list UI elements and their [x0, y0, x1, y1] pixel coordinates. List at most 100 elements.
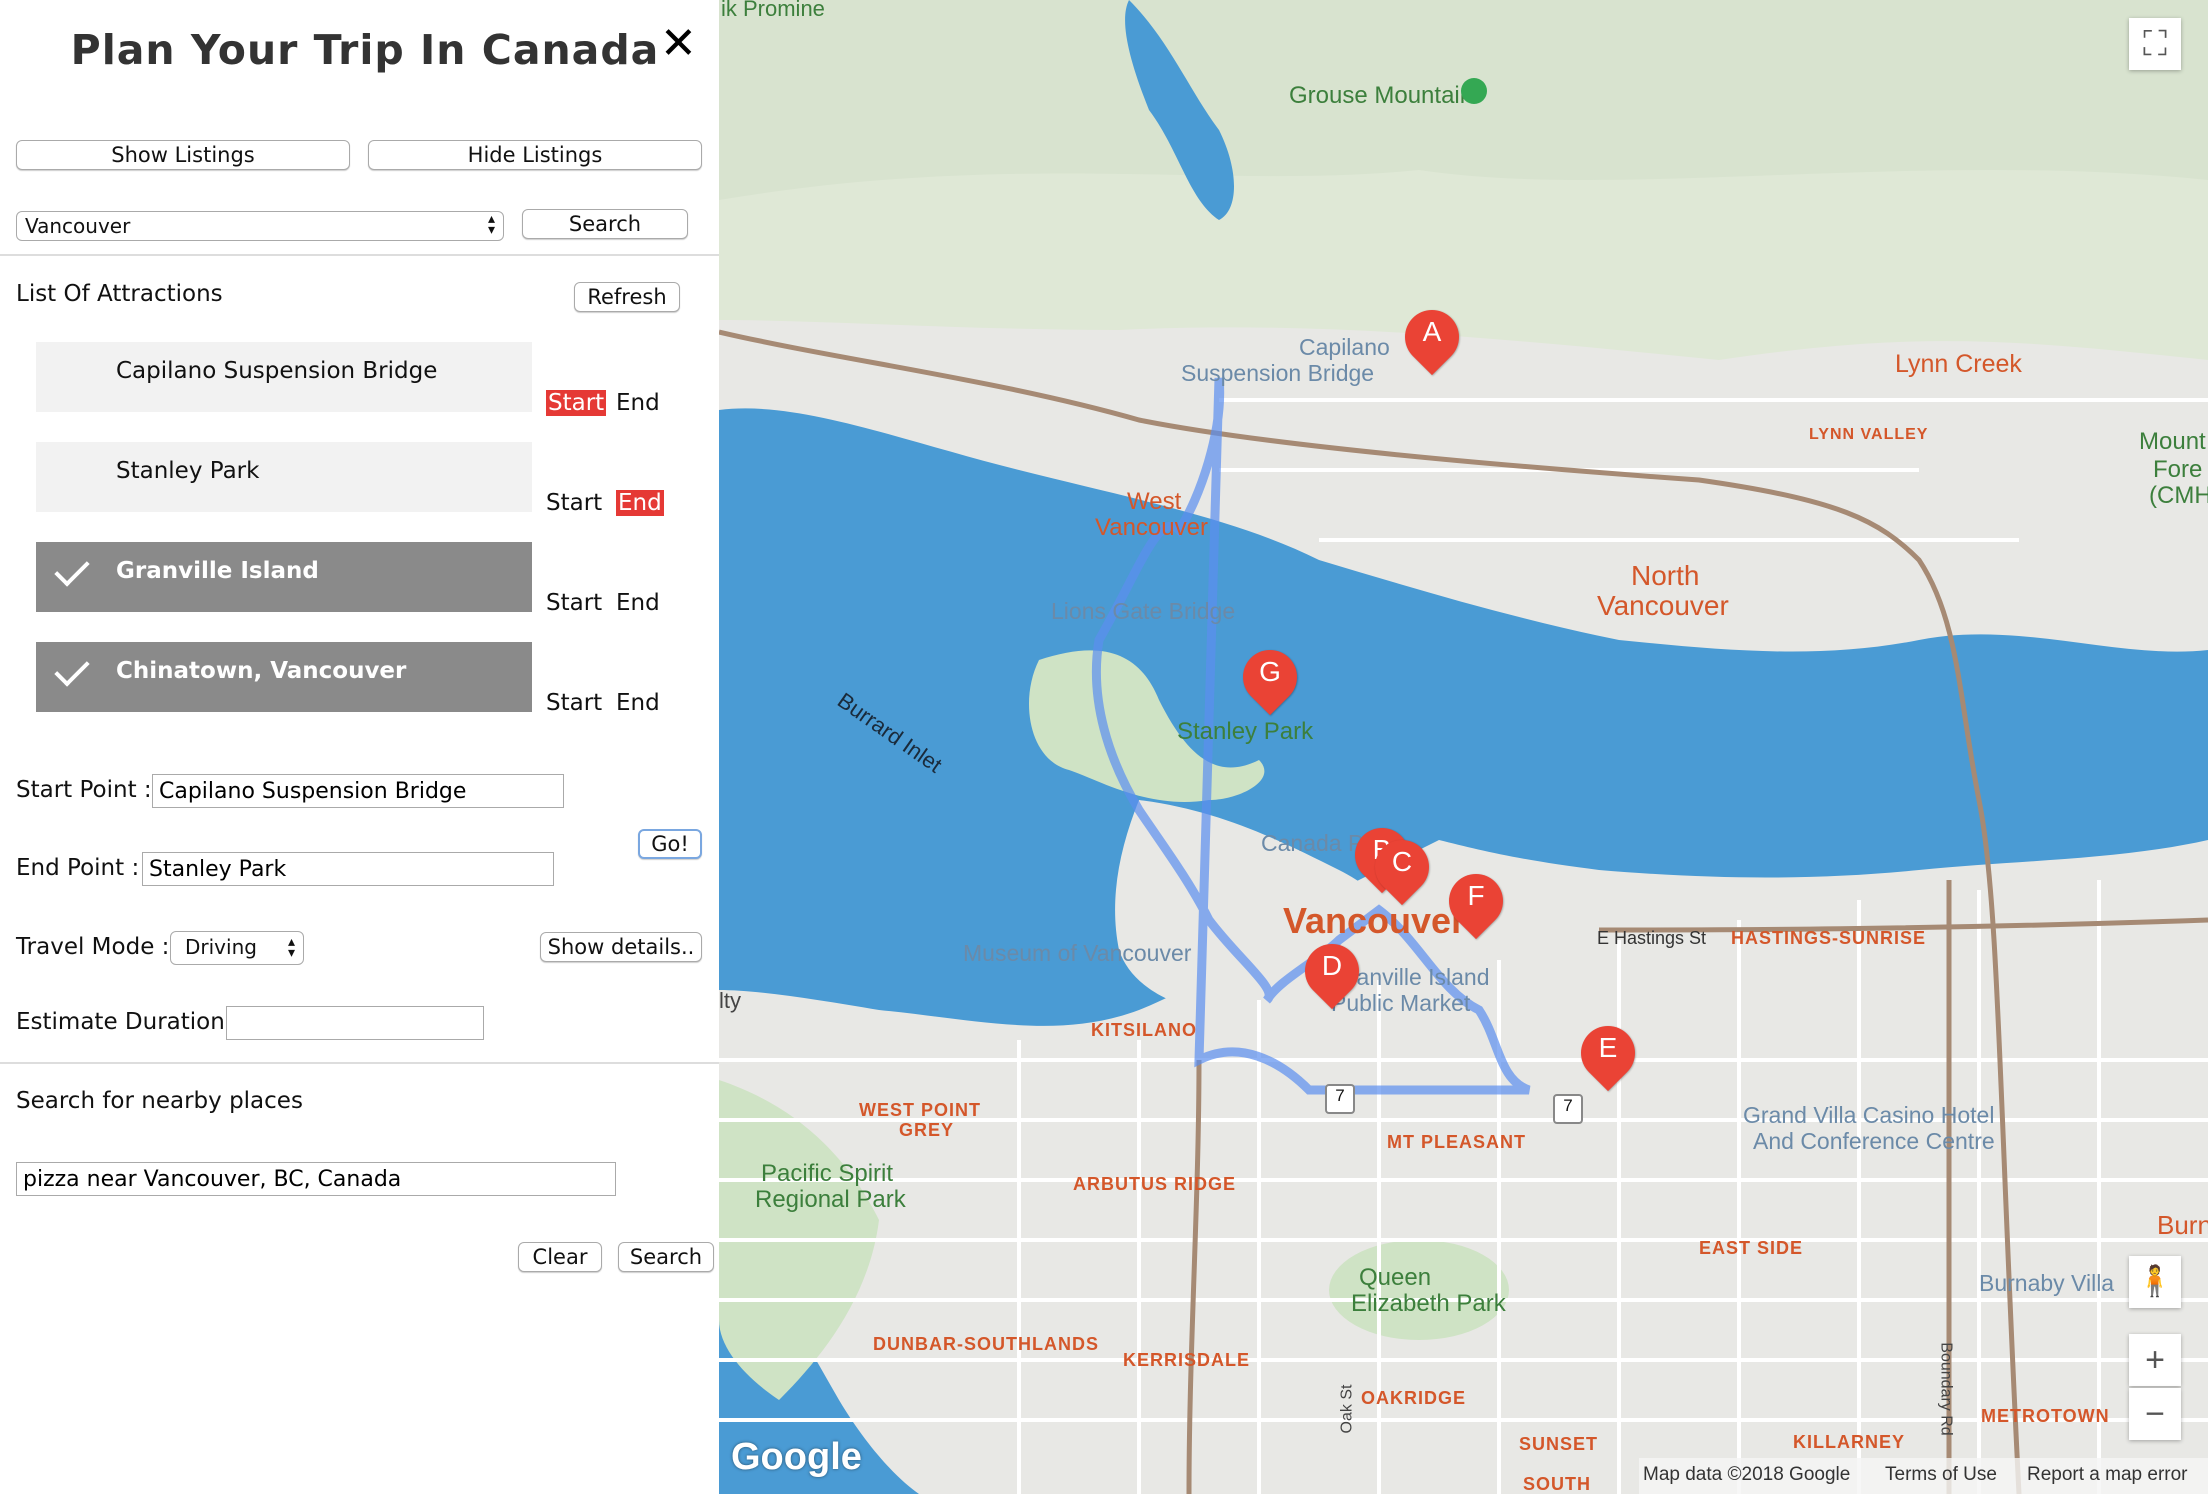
close-icon[interactable]: ✕	[660, 18, 697, 69]
start-toggle[interactable]: Start	[546, 590, 602, 616]
attraction-card-chinatown[interactable]: Chinatown, Vancouver	[36, 642, 532, 712]
nearby-search-button[interactable]: Search	[618, 1242, 714, 1272]
divider	[0, 254, 719, 256]
map-label: (CMH	[2149, 482, 2208, 509]
map-label: lty	[719, 988, 741, 1013]
report-error-link[interactable]: Report a map error	[2027, 1464, 2188, 1486]
map-label: Public Market	[1331, 990, 1471, 1016]
map-label: EAST SIDE	[1699, 1238, 1804, 1258]
map-label: West	[1127, 488, 1182, 515]
attraction-name: Stanley Park	[116, 458, 260, 484]
map-label: Museum of Vancouver	[963, 940, 1192, 966]
estimate-duration-field[interactable]	[226, 1006, 484, 1040]
start-toggle[interactable]: Start	[546, 390, 607, 416]
map-label: Fore	[2153, 456, 2203, 483]
zoom-out-button[interactable]: −	[2129, 1388, 2181, 1440]
map-label: Grand Villa Casino Hotel	[1743, 1102, 1995, 1128]
show-details-button[interactable]: Show details..	[540, 932, 702, 962]
end-toggle[interactable]: End	[616, 490, 664, 516]
map-label: KERRISDALE	[1123, 1350, 1251, 1370]
end-toggle[interactable]: End	[616, 390, 660, 416]
attraction-name: Capilano Suspension Bridge	[116, 358, 438, 384]
park-pin-icon	[1461, 78, 1487, 104]
map-label: E Hastings St	[1597, 928, 1707, 948]
marker-label: F	[1467, 880, 1485, 911]
city-search-button[interactable]: Search	[522, 209, 688, 239]
map-label: Oak St	[1338, 1384, 1356, 1434]
map-label: Lynn Creek	[1895, 350, 2022, 378]
checkmark-icon	[54, 551, 90, 587]
google-logo: Google	[731, 1436, 862, 1478]
divider	[0, 1062, 719, 1064]
select-arrows-icon: ▴ ▾	[487, 211, 495, 238]
travel-mode-select[interactable]: Driving ▴ ▾	[170, 931, 304, 965]
nearby-heading: Search for nearby places	[16, 1088, 303, 1114]
map-label: LYNN VALLEY	[1809, 426, 1929, 443]
map-label: Vancouver	[1283, 900, 1466, 941]
attraction-name: Chinatown, Vancouver	[116, 658, 407, 684]
hide-listings-button[interactable]: Hide Listings	[368, 140, 702, 170]
map-label: DUNBAR-SOUTHLANDS	[873, 1334, 1099, 1354]
map-label: SUNSET	[1519, 1434, 1599, 1454]
trip-planner-sidebar: Plan Your Trip In Canada ✕ Show Listings…	[0, 0, 719, 1494]
map-label: HASTINGS-SUNRISE	[1731, 928, 1927, 948]
map-label: ARBUTUS RIDGE	[1073, 1174, 1237, 1194]
route-shield: 7	[1553, 1094, 1583, 1124]
route-shield: 7	[1325, 1084, 1355, 1114]
refresh-button[interactable]: Refresh	[574, 282, 680, 312]
marker-label: A	[1422, 316, 1442, 347]
end-toggle[interactable]: End	[616, 590, 660, 616]
attraction-card-stanley-park[interactable]: Stanley Park	[36, 442, 532, 512]
attraction-card-capilano[interactable]: Capilano Suspension Bridge	[36, 342, 532, 412]
city-select-value: Vancouver	[25, 214, 131, 238]
map-label: KITSILANO	[1091, 1020, 1197, 1040]
map-label: Queen	[1359, 1264, 1432, 1291]
map-label: Grouse Mountain	[1289, 82, 1474, 109]
attraction-name: Granville Island	[116, 558, 319, 584]
checkmark-icon	[54, 651, 90, 687]
map-label: MT PLEASANT	[1387, 1132, 1526, 1152]
end-point-input[interactable]	[142, 852, 554, 886]
map-data-credit: Map data ©2018 Google	[1643, 1464, 1851, 1485]
estimate-duration-label: Estimate Duration:	[16, 1009, 233, 1035]
show-listings-button[interactable]: Show Listings	[16, 140, 350, 170]
end-toggle[interactable]: End	[616, 690, 660, 716]
map-label: Lions Gate Bridge	[1051, 598, 1236, 624]
city-select[interactable]: Vancouver ▴ ▾	[16, 211, 504, 241]
map-label: Elizabeth Park	[1351, 1290, 1506, 1317]
map-label: Regional Park	[755, 1186, 906, 1213]
zoom-in-button[interactable]: +	[2129, 1334, 2181, 1386]
map-label: METROTOWN	[1981, 1406, 2110, 1426]
marker-label: D	[1321, 950, 1343, 981]
map-label: Suspension Bridge	[1181, 360, 1375, 386]
map-label: SOUTH	[1523, 1474, 1591, 1494]
travel-mode-label: Travel Mode :	[16, 934, 170, 960]
terms-link[interactable]: Terms of Use	[1885, 1464, 1997, 1486]
marker-label: G	[1259, 656, 1281, 687]
select-arrows-icon: ▴ ▾	[287, 934, 295, 961]
map-label: OAKRIDGE	[1361, 1388, 1467, 1408]
map-label: Mount	[2139, 428, 2206, 455]
end-point-label: End Point :	[16, 855, 140, 881]
map-label: Burnaby Villa	[1979, 1270, 2115, 1296]
google-map[interactable]: ik Promine Grouse Mountain Capilano Susp…	[719, 0, 2208, 1494]
start-point-input[interactable]	[152, 774, 564, 808]
fullscreen-icon[interactable]: ⛶	[2129, 18, 2181, 70]
attraction-card-granville-island[interactable]: Granville Island	[36, 542, 532, 612]
start-toggle[interactable]: Start	[546, 690, 602, 716]
travel-mode-value: Driving	[185, 935, 257, 959]
clear-button[interactable]: Clear	[518, 1242, 602, 1272]
marker-label: C	[1391, 846, 1413, 877]
pegman-icon[interactable]: 🧍	[2129, 1256, 2181, 1308]
start-toggle[interactable]: Start	[546, 490, 602, 516]
map-label: Boundary Rd	[1937, 1342, 1955, 1436]
map-label: Burn	[2157, 1210, 2208, 1240]
nearby-search-input[interactable]	[16, 1162, 616, 1196]
page-title: Plan Your Trip In Canada	[70, 26, 660, 74]
map-label: ik Promine	[721, 0, 825, 21]
map-label: Vancouver	[1095, 514, 1208, 541]
map-label: KILLARNEY	[1793, 1432, 1905, 1452]
map-label: Vancouver	[1597, 590, 1729, 621]
go-button[interactable]: Go!	[638, 829, 702, 859]
start-point-label: Start Point :	[16, 777, 152, 803]
